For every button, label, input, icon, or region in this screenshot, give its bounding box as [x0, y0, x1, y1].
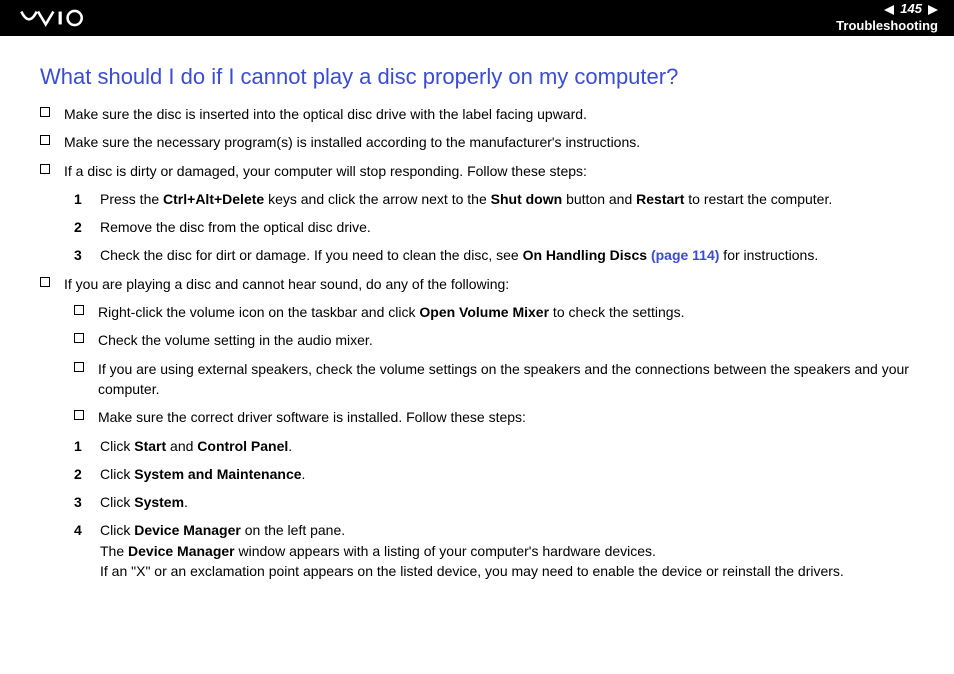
list-item: If you are playing a disc and cannot hea… — [40, 274, 914, 294]
step-text: Click Device Manager on the left pane.Th… — [100, 520, 914, 581]
list-item: Make sure the correct driver software is… — [74, 407, 914, 427]
list-item: Make sure the disc is inserted into the … — [40, 104, 914, 124]
step-item: 2 Click System and Maintenance. — [74, 464, 914, 484]
page-nav: 145 — [836, 1, 938, 18]
bullet-icon — [74, 362, 84, 372]
bullet-icon — [40, 107, 50, 117]
header-right: 145 Troubleshooting — [836, 1, 938, 35]
step-item: 3 Click System. — [74, 492, 914, 512]
page-link[interactable]: (page 114) — [651, 247, 719, 263]
bullet-icon — [74, 410, 84, 420]
vaio-logo — [20, 8, 110, 28]
step-item: 1 Click Start and Control Panel. — [74, 436, 914, 456]
step-item: 2 Remove the disc from the optical disc … — [74, 217, 914, 237]
bullet-icon — [40, 164, 50, 174]
bullet-icon — [40, 277, 50, 287]
list-item: Check the volume setting in the audio mi… — [74, 330, 914, 350]
list-item: If you are using external speakers, chec… — [74, 359, 914, 400]
nav-next-icon[interactable] — [924, 5, 938, 15]
list-item: Make sure the necessary program(s) is in… — [40, 132, 914, 152]
page-title: What should I do if I cannot play a disc… — [40, 64, 914, 90]
list-item: If a disc is dirty or damaged, your comp… — [40, 161, 914, 181]
header-bar: 145 Troubleshooting — [0, 0, 954, 36]
step-item: 4 Click Device Manager on the left pane.… — [74, 520, 914, 581]
step-text: Check the disc for dirt or damage. If yo… — [100, 245, 914, 265]
step-text: Click System and Maintenance. — [100, 464, 914, 484]
page-number: 145 — [900, 1, 922, 18]
bullet-icon — [40, 135, 50, 145]
section-label: Troubleshooting — [836, 18, 938, 35]
item-text: Right-click the volume icon on the taskb… — [98, 302, 914, 322]
step-text: Press the Ctrl+Alt+Delete keys and click… — [100, 189, 914, 209]
step-item: 1 Press the Ctrl+Alt+Delete keys and cli… — [74, 189, 914, 209]
nav-prev-icon[interactable] — [884, 5, 898, 15]
step-text: Click System. — [100, 492, 914, 512]
content: What should I do if I cannot play a disc… — [0, 36, 954, 609]
step-text: Click Start and Control Panel. — [100, 436, 914, 456]
step-item: 3 Check the disc for dirt or damage. If … — [74, 245, 914, 265]
bullet-icon — [74, 333, 84, 343]
list-item: Right-click the volume icon on the taskb… — [74, 302, 914, 322]
bullet-icon — [74, 305, 84, 315]
